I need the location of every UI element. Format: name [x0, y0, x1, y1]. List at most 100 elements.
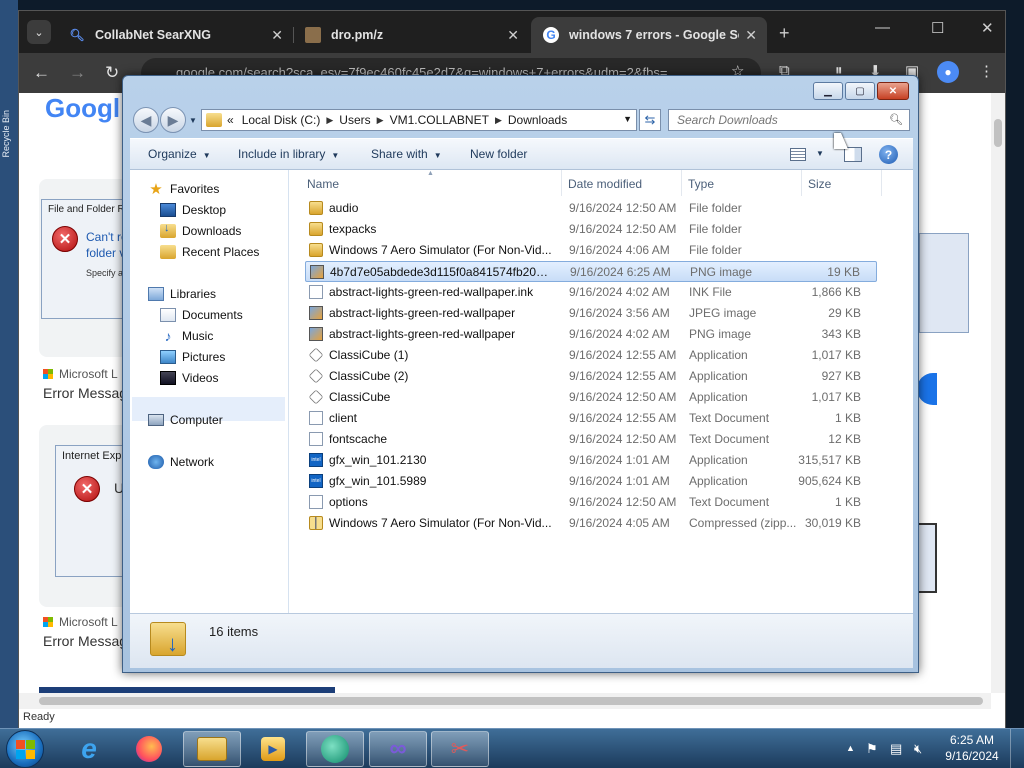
- profile-avatar-icon[interactable]: ●: [937, 61, 959, 83]
- file-row[interactable]: Windows 7 Aero Simulator (For Non-Vid...…: [305, 513, 877, 534]
- result-caption[interactable]: Error Messag: [43, 633, 127, 649]
- new-tab-icon[interactable]: +: [779, 23, 790, 44]
- file-row[interactable]: intel gfx_win_101.5989 9/16/2024 1:01 AM Ap…: [305, 471, 877, 492]
- file-row[interactable]: abstract-lights-green-red-wallpaper 9/16/…: [305, 303, 877, 324]
- nav-videos[interactable]: Videos: [160, 371, 218, 385]
- back-icon[interactable]: ←: [33, 63, 50, 83]
- nav-desktop[interactable]: Desktop: [160, 203, 226, 217]
- breadcrumb-vm1[interactable]: VM1.COLLABNET: [390, 113, 489, 127]
- file-row[interactable]: texpacks 9/16/2024 12:50 AM File folder: [305, 219, 877, 240]
- column-separator[interactable]: [801, 170, 802, 196]
- tray-overflow-icon[interactable]: ▲: [846, 743, 855, 753]
- network-tray-icon[interactable]: ▤: [890, 741, 902, 757]
- browser-tab-searxng[interactable]: 🔍︎ CollabNet SearXNG ✕: [57, 17, 294, 53]
- view-options-icon[interactable]: [790, 148, 806, 161]
- menu-dots-icon[interactable]: ⋮: [979, 62, 994, 80]
- column-separator[interactable]: [561, 170, 562, 196]
- refresh-icon[interactable]: ⇆: [639, 109, 661, 131]
- taskbar-media-player[interactable]: ▶: [244, 731, 302, 767]
- taskbar-explorer[interactable]: [183, 731, 241, 767]
- file-row[interactable]: ClassiCube 9/16/2024 12:50 AM Application 1…: [305, 387, 877, 408]
- nav-music[interactable]: ♪ Music: [160, 328, 214, 344]
- nav-network[interactable]: Network: [148, 455, 214, 469]
- help-icon[interactable]: ?: [879, 145, 898, 164]
- close-tab-icon[interactable]: ✕: [271, 27, 283, 44]
- address-bar[interactable]: « Local Disk (C:) ▶ Users ▶ VM1.COLLABNE…: [201, 109, 637, 131]
- reload-icon[interactable]: ↻: [105, 63, 119, 83]
- breadcrumb-local-disk[interactable]: Local Disk (C:): [242, 113, 321, 127]
- search-icon[interactable]: 🔍︎: [889, 113, 903, 126]
- taskbar-firefox[interactable]: [120, 731, 178, 767]
- preview-pane-icon[interactable]: [844, 147, 862, 162]
- forward-icon[interactable]: →: [69, 63, 86, 83]
- breadcrumb-separator-icon[interactable]: ▶: [326, 115, 333, 126]
- close-button[interactable]: ✕: [877, 82, 909, 100]
- nav-documents[interactable]: Documents: [160, 308, 243, 322]
- address-dropdown-icon[interactable]: ▼: [623, 114, 632, 124]
- page-vertical-scrollbar[interactable]: [991, 93, 1005, 693]
- taskbar-visual-studio[interactable]: ∞: [369, 731, 427, 767]
- file-row[interactable]: intel gfx_win_101.2130 9/16/2024 1:01 AM Ap…: [305, 450, 877, 471]
- minimize-button[interactable]: ▁: [813, 82, 843, 100]
- nav-computer[interactable]: Computer: [148, 413, 223, 427]
- nav-favorites[interactable]: ★ Favorites: [148, 181, 219, 198]
- column-separator[interactable]: [681, 170, 682, 196]
- new-folder-button[interactable]: New folder: [470, 147, 527, 161]
- breadcrumb-downloads[interactable]: Downloads: [508, 113, 567, 127]
- start-button[interactable]: [6, 730, 44, 768]
- nav-recent-places[interactable]: Recent Places: [160, 245, 259, 259]
- back-button[interactable]: ◀: [133, 107, 159, 133]
- thumb-partial[interactable]: [917, 523, 937, 593]
- file-row[interactable]: abstract-lights-green-red-wallpaper.ink 9…: [305, 282, 877, 303]
- file-row[interactable]: 4b7d7e05abdede3d115f0a841574fb20da7... 9/…: [305, 261, 877, 282]
- nav-downloads[interactable]: Downloads: [160, 222, 241, 238]
- organize-button[interactable]: Organize ▼: [148, 147, 211, 161]
- nav-pictures[interactable]: Pictures: [160, 350, 225, 364]
- thumb-partial[interactable]: [919, 233, 969, 333]
- side-button[interactable]: [917, 373, 937, 405]
- breadcrumb-separator-icon[interactable]: ▶: [495, 115, 502, 126]
- file-row[interactable]: Windows 7 Aero Simulator (For Non-Vid...…: [305, 240, 877, 261]
- browser-tab-dro[interactable]: dro.pm/z ✕: [293, 17, 529, 53]
- recent-pages-chevron-icon[interactable]: ▼: [189, 116, 197, 125]
- volume-muted-icon[interactable]: 🔇︎: [914, 741, 922, 757]
- forward-button[interactable]: ▶: [160, 107, 186, 133]
- nav-libraries[interactable]: Libraries: [148, 287, 216, 301]
- close-window-icon[interactable]: ✕: [981, 19, 994, 37]
- chevron-down-icon[interactable]: ▼: [816, 149, 824, 158]
- file-row[interactable]: ClassiCube (1) 9/16/2024 12:55 AM Applicat…: [305, 345, 877, 366]
- taskbar-chrome-app[interactable]: [306, 731, 364, 767]
- browser-tab-google[interactable]: G windows 7 errors - Google Sea ✕: [531, 17, 767, 53]
- file-row[interactable]: options 9/16/2024 12:50 AM Text Document 1 …: [305, 492, 877, 513]
- include-in-library-button[interactable]: Include in library ▼: [238, 147, 339, 161]
- column-header-name[interactable]: Name: [307, 177, 339, 191]
- system-clock[interactable]: 6:25 AM 9/16/2024: [944, 732, 1000, 764]
- tab-search-chevron-icon[interactable]: ⌄: [27, 20, 51, 44]
- action-center-flag-icon[interactable]: ⚑: [866, 741, 878, 757]
- file-row[interactable]: fontscache 9/16/2024 12:50 AM Text Documen…: [305, 429, 877, 450]
- show-desktop-button[interactable]: [1010, 729, 1024, 768]
- share-with-button[interactable]: Share with ▼: [371, 147, 442, 161]
- taskbar-snipping-tool[interactable]: ✂: [431, 731, 489, 767]
- taskbar-internet-explorer[interactable]: e: [60, 731, 118, 767]
- column-separator[interactable]: [881, 170, 882, 196]
- file-row[interactable]: audio 9/16/2024 12:50 AM File folder: [305, 198, 877, 219]
- search-input[interactable]: [668, 109, 910, 131]
- close-tab-icon[interactable]: ✕: [507, 27, 519, 44]
- result-caption[interactable]: Error Messag: [43, 385, 127, 401]
- page-horizontal-scrollbar[interactable]: [19, 693, 991, 709]
- column-header-date[interactable]: Date modified: [568, 177, 642, 191]
- breadcrumb-users[interactable]: Users: [339, 113, 370, 127]
- scroll-thumb[interactable]: [994, 119, 1002, 147]
- file-row[interactable]: client 9/16/2024 12:55 AM Text Document 1 K…: [305, 408, 877, 429]
- address-overflow[interactable]: «: [227, 113, 234, 127]
- column-header-size[interactable]: Size: [808, 177, 831, 191]
- column-header-type[interactable]: Type: [688, 177, 714, 191]
- minimize-icon[interactable]: —: [875, 19, 890, 36]
- file-row[interactable]: ClassiCube (2) 9/16/2024 12:55 AM Applicat…: [305, 366, 877, 387]
- file-row[interactable]: abstract-lights-green-red-wallpaper 9/16/…: [305, 324, 877, 345]
- scroll-thumb[interactable]: [39, 697, 983, 705]
- breadcrumb-separator-icon[interactable]: ▶: [377, 115, 384, 126]
- close-tab-icon[interactable]: ✕: [745, 27, 757, 44]
- maximize-button[interactable]: ▢: [845, 82, 875, 100]
